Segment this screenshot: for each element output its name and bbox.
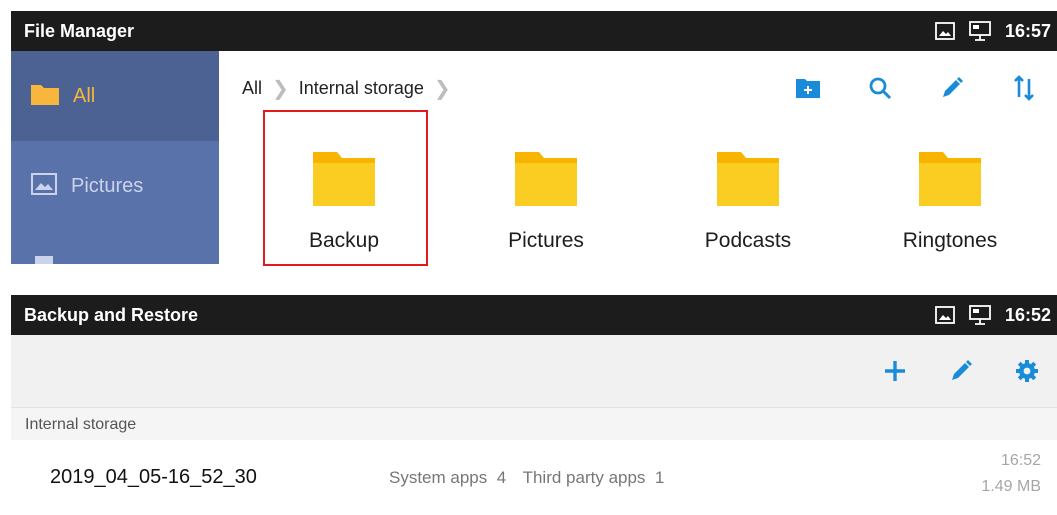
- toolbar: [11, 335, 1057, 407]
- section-header: Internal storage: [11, 407, 1057, 441]
- status-bar: File Manager 16:57: [11, 11, 1057, 51]
- chevron-right-icon: ❯: [433, 77, 451, 100]
- list-item[interactable]: 2019_04_05-16_52_30 System apps 4 Third …: [11, 440, 1057, 505]
- folder-icon: [31, 83, 59, 110]
- status-time: 16:52: [1004, 304, 1051, 325]
- chevron-right-icon: ❯: [272, 77, 289, 100]
- search-icon[interactable]: [855, 76, 905, 100]
- new-folder-icon[interactable]: [783, 78, 833, 98]
- folder-icon: [919, 152, 981, 206]
- status-bar: Backup and Restore 16:52: [11, 295, 1057, 335]
- screenshot-icon: [935, 306, 955, 324]
- highlight-box: [263, 110, 428, 266]
- sidebar-item-pictures[interactable]: Pictures: [11, 141, 219, 231]
- folder-icon: [717, 152, 779, 206]
- backup-time: 16:52: [1000, 452, 1041, 469]
- sidebar-item-all[interactable]: All: [11, 51, 219, 141]
- status-time: 16:57: [1004, 20, 1051, 41]
- folder-ringtones[interactable]: Ringtones: [870, 150, 1030, 253]
- sidebar: All Pictures: [11, 51, 219, 264]
- backup-size: 1.49 MB: [981, 478, 1041, 495]
- third-party-apps-count: Third party apps 1: [522, 468, 665, 487]
- backup-meta: System apps 4 Third party apps 1: [389, 440, 676, 515]
- display-icon: [969, 21, 991, 41]
- folder-name: Podcasts: [704, 229, 792, 252]
- app-title: File Manager: [24, 21, 135, 41]
- display-icon: [969, 305, 991, 325]
- edit-icon[interactable]: [941, 359, 981, 383]
- image-icon: [31, 172, 57, 200]
- sidebar-item-label: All: [73, 84, 96, 107]
- app-title: Backup and Restore: [24, 305, 199, 325]
- breadcrumb-all[interactable]: All: [242, 78, 262, 99]
- settings-icon[interactable]: [1007, 359, 1047, 383]
- sidebar-item-label: Pictures: [71, 174, 144, 197]
- section-label: Internal storage: [25, 416, 137, 433]
- add-icon[interactable]: [875, 359, 915, 383]
- folder-podcasts[interactable]: Podcasts: [668, 150, 828, 253]
- sort-icon[interactable]: [999, 75, 1049, 101]
- folder-name: Ringtones: [902, 229, 998, 252]
- backup-name: 2019_04_05-16_52_30: [50, 466, 257, 488]
- folder-pictures[interactable]: Pictures: [466, 150, 626, 253]
- screenshot-icon: [935, 22, 955, 40]
- system-apps-count: System apps 4: [389, 468, 507, 487]
- folder-name: Pictures: [508, 229, 584, 252]
- breadcrumb-internal-storage[interactable]: Internal storage: [299, 78, 424, 99]
- edit-icon[interactable]: [927, 76, 977, 100]
- folder-icon: [515, 152, 577, 206]
- sidebar-item-partial: [35, 256, 53, 264]
